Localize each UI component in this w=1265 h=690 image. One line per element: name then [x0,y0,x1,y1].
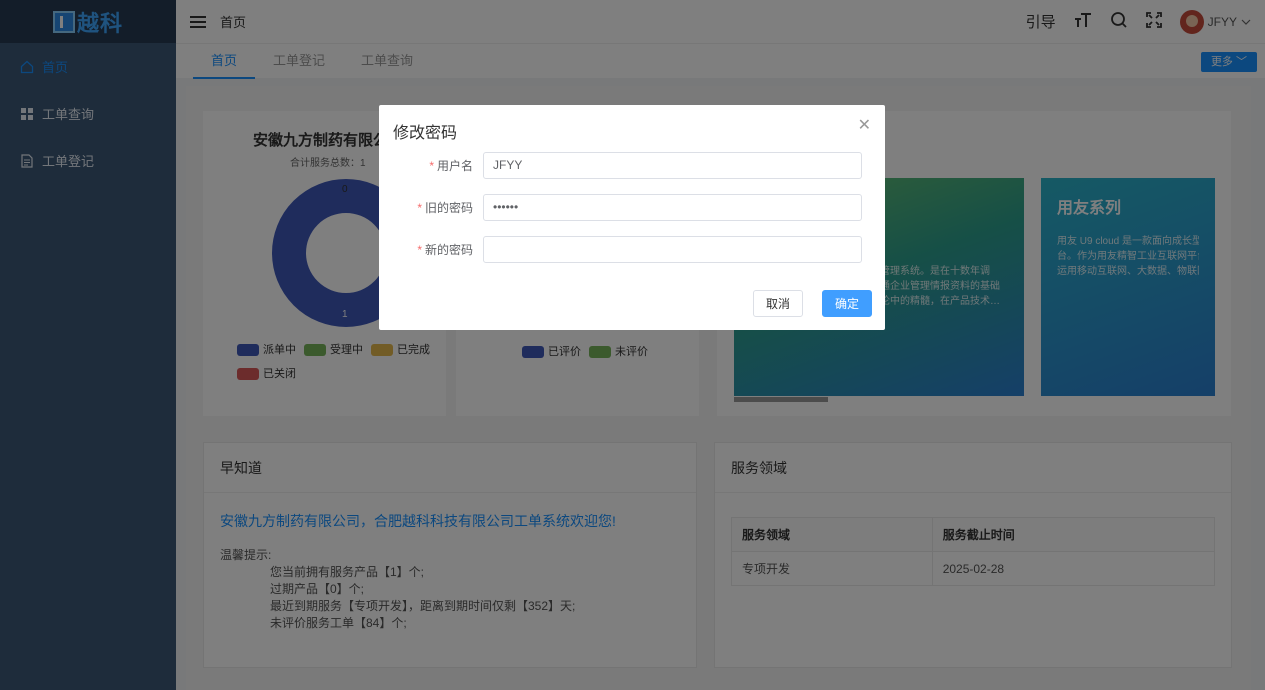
old-password-row: * 旧的密码 [379,193,885,221]
dialog-title: 修改密码 [393,125,458,142]
field-label-text: 新的密码 [424,242,473,257]
new-password-label: * 新的密码 [417,242,473,257]
modal-overlay[interactable] [0,0,1265,690]
confirm-button[interactable]: 确定 [822,290,872,317]
new-password-row: * 新的密码 [379,235,885,263]
username-row: * 用户名 [379,151,885,179]
field-label-text: 用户名 [436,158,473,173]
cancel-button[interactable]: 取消 [753,290,803,317]
username-field[interactable] [483,151,862,179]
close-icon[interactable]: ✕ [858,115,871,135]
field-label-text: 旧的密码 [424,200,473,215]
new-password-field[interactable] [483,235,862,263]
old-password-label: * 旧的密码 [417,200,473,215]
old-password-field[interactable] [483,193,862,221]
change-password-dialog: 修改密码 ✕ *用户名 *旧的密码 *新的密码 取消 确定 [379,105,885,330]
username-label: * 用户名 [429,158,473,173]
